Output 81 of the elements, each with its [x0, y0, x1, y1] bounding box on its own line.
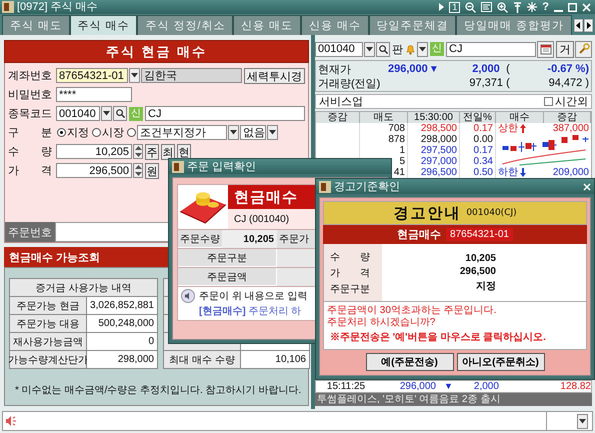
- upper-limit-label: 상한: [498, 123, 518, 134]
- window-title: [0972] 주식 매수: [17, 1, 98, 13]
- column-header: 15:30:00: [408, 112, 460, 123]
- table-cell: 10,205: [222, 230, 277, 248]
- table-cell: 298,000: [87, 351, 157, 368]
- confirm-footer-text: [현금매수] 주문처리 하: [199, 305, 302, 318]
- column-header: 매도: [360, 112, 408, 123]
- field-label: 구 분: [8, 126, 52, 140]
- credit-badge: 신: [430, 42, 444, 56]
- table-cell: 주문수량: [178, 230, 222, 247]
- trade-change: 2,000: [472, 381, 499, 392]
- warning-notice: ※주문전송은 '예'버튼을 마우스로 클릭하십시오.: [329, 331, 547, 344]
- board-label: 판: [392, 42, 403, 56]
- field-label: 가 격: [330, 266, 370, 280]
- account-number: 87654321-01: [446, 228, 513, 241]
- table-cell: 주문구분: [178, 249, 276, 266]
- field-label: 수 량: [330, 250, 370, 264]
- table-header: 증거금 사용가능 내역: [10, 279, 157, 296]
- current-price: 296,000: [388, 63, 428, 75]
- sector-name: 서비스업: [319, 95, 363, 109]
- credit-badge: 신: [129, 106, 143, 120]
- table-cell: 재사용가능금액: [10, 333, 86, 350]
- trade-price: 296,000: [398, 381, 436, 392]
- column-header: 증감: [544, 112, 591, 123]
- account-name-field: 김한국: [141, 68, 242, 83]
- paren-text: (: [505, 63, 510, 75]
- table-cell: 0.17: [460, 145, 496, 156]
- warning-message: 주문처리 하시겠습니까?: [327, 317, 436, 329]
- table-cell: 최대 매수 수량: [164, 351, 240, 368]
- table-cell: 주문가능 대용: [10, 315, 86, 332]
- table-cell: 298,000: [408, 134, 460, 145]
- field-label: 비밀번호: [8, 88, 52, 102]
- field-label: 계좌번호: [8, 69, 52, 83]
- table-cell: 1: [360, 145, 408, 156]
- table-cell: 298,500: [408, 123, 460, 134]
- field-label: 종목코드: [8, 107, 52, 121]
- direction-arrow: ▼: [428, 64, 439, 74]
- upper-limit-value: 387,000: [552, 123, 589, 134]
- field-label: 주문구분: [330, 282, 370, 296]
- table-cell: 주문금액: [178, 268, 276, 285]
- order-number-label: 주문번호: [5, 222, 55, 242]
- volume-value: 97,371 (: [468, 77, 510, 89]
- field-label: 가 격: [8, 164, 52, 178]
- table-cell: 주문가능 현금: [10, 297, 86, 314]
- panel-title: 주식 현금 매수: [4, 40, 309, 63]
- price-change: 2,000: [471, 63, 500, 75]
- dialog-title: 주문 입력확인: [187, 160, 256, 174]
- note-text: * 미수없는 매수금액/수량은 추정치입니다. 참고하시기 바랍니다.: [15, 384, 302, 397]
- table-cell: 0.17: [460, 123, 496, 134]
- trade-strength: 128.82: [559, 381, 591, 392]
- table-cell: 가능수량계산단가: [10, 351, 86, 368]
- column-header: 전일%: [460, 112, 496, 123]
- table-cell: 0: [87, 333, 157, 350]
- volume-label: 거래량(전일): [318, 76, 382, 90]
- order-kind: 현금매수: [397, 228, 442, 242]
- field-value: 296,500: [460, 266, 496, 276]
- table-cell: 708: [360, 123, 408, 134]
- direction-arrow: ▼: [444, 381, 453, 392]
- column-header: 증감: [316, 112, 360, 123]
- stock-code-label: 001040(CJ): [466, 208, 517, 218]
- table-cell: 500,248,000: [87, 315, 157, 332]
- field-value: 10,205: [465, 252, 496, 264]
- confirm-message: 주문이 위 내용으로 입력: [199, 290, 308, 303]
- table-cell: 297,500: [408, 145, 460, 156]
- field-value: 지정: [476, 280, 496, 292]
- trade-time: 15:11:25: [326, 381, 366, 392]
- lower-limit-label: 하한: [498, 167, 518, 178]
- table-cell: 878: [360, 134, 408, 145]
- price-label: 현재가: [318, 62, 352, 76]
- change-rate: -0.67 %): [546, 63, 589, 75]
- warning-message: 주문금액이 30억초과하는 주문입니다.: [327, 305, 498, 317]
- table-cell: 3,026,852,881: [87, 297, 157, 314]
- warning-heading: 경고안내: [393, 204, 462, 222]
- column-header: 매수: [496, 112, 544, 123]
- table-cell: 10,106: [241, 351, 309, 368]
- table-cell: 297,000: [408, 156, 460, 167]
- previous-volume: 94,472 ): [548, 77, 589, 89]
- table-cell: 0.00: [460, 134, 496, 145]
- table-cell: 0.34: [460, 156, 496, 167]
- field-label: 수 량: [8, 145, 52, 159]
- lower-limit-value: 209,000: [552, 167, 589, 178]
